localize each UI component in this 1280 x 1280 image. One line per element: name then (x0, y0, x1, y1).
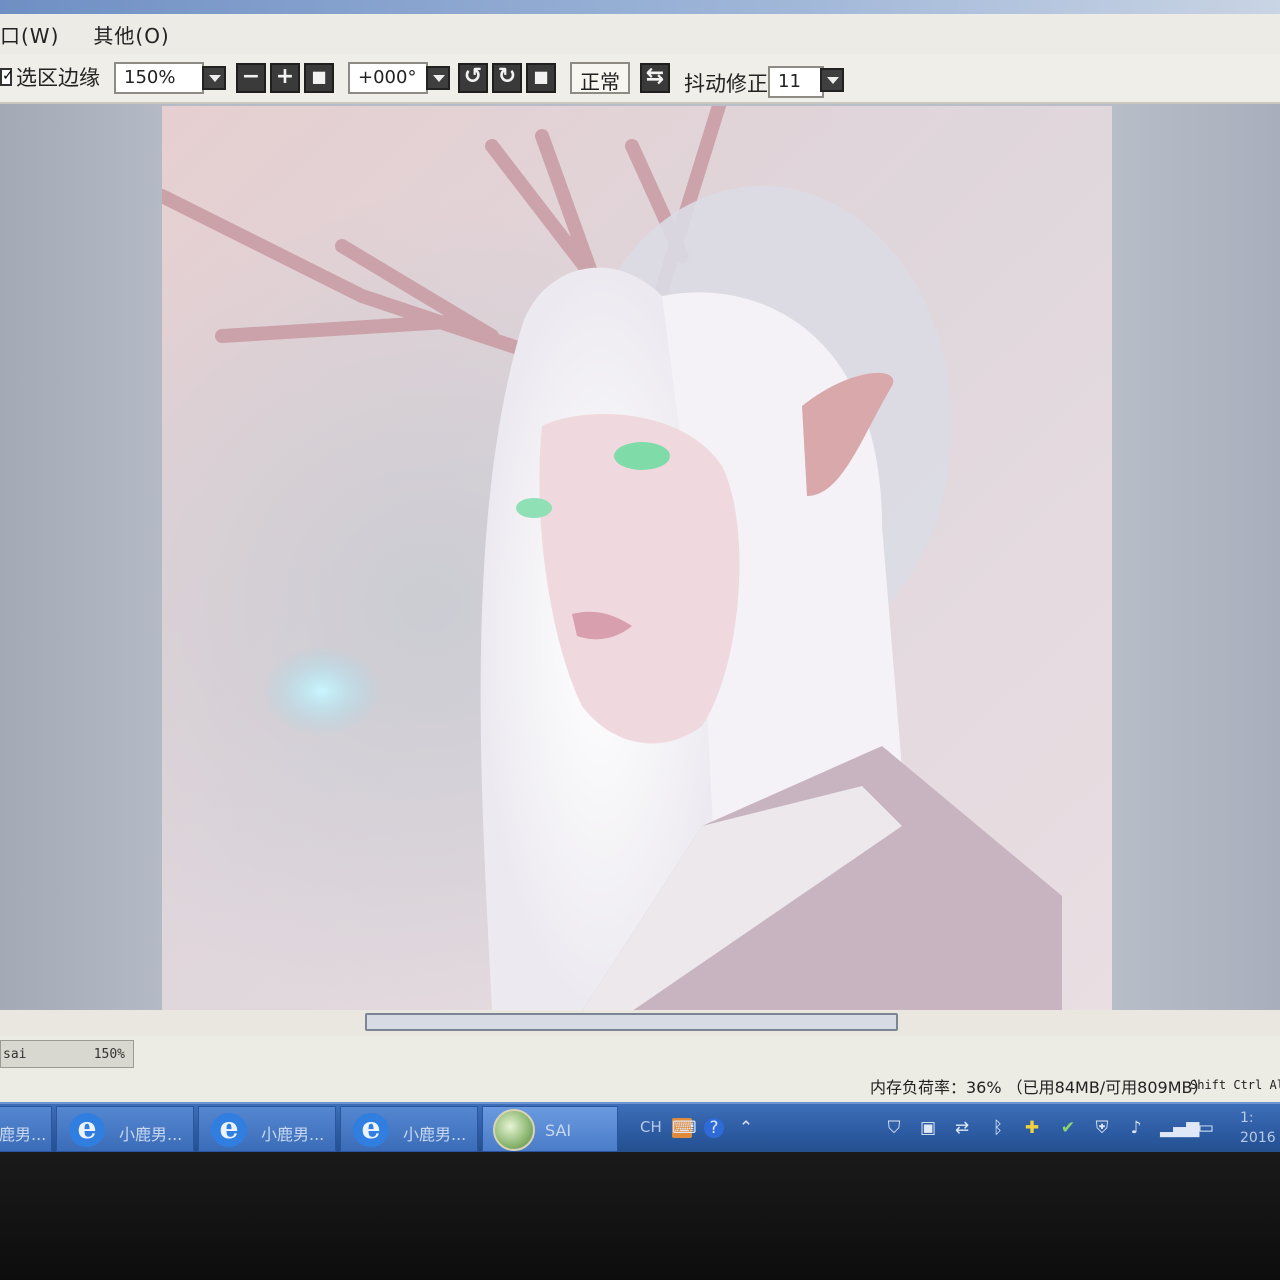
selection-edge-label: 选区边缘 (16, 66, 100, 90)
clock-time: 1: (1240, 1110, 1254, 1126)
tray-arrow-icon[interactable]: ⌃ (736, 1118, 756, 1138)
scrollbar-thumb[interactable] (365, 1013, 898, 1031)
toolbar: ✓ 选区边缘 150% − + ■ +000° ↺ ↻ ■ 正常 ⇆ 抖动修正 … (0, 54, 1280, 104)
monitor-bezel (0, 1152, 1280, 1280)
lower-panel: sai 150% 内存负荷率：36% （已用84MB/可用809MB） Shif… (0, 1036, 1280, 1102)
rotate-ccw-button[interactable]: ↺ (458, 63, 488, 93)
window-title-bar (0, 0, 1280, 14)
security-shield-icon[interactable]: ⛉ (884, 1118, 904, 1138)
artwork-canvas[interactable] (162, 106, 1112, 1011)
horizontal-scrollbar[interactable] (0, 1010, 1280, 1036)
modifier-keys-indicator: Shift Ctrl Alt S (1190, 1078, 1280, 1092)
task-label: 小鹿男... (261, 1125, 325, 1144)
rotation-reset-button[interactable]: ■ (526, 63, 556, 93)
stabilizer-field[interactable]: 11 (768, 66, 824, 98)
ie-icon: e (353, 1113, 389, 1147)
sai-app-icon (493, 1109, 535, 1151)
clock-date: 2016 (1240, 1130, 1276, 1146)
menu-window[interactable]: 口(W) (0, 20, 59, 49)
taskbar-task-ie[interactable]: e 小鹿男... (56, 1106, 194, 1152)
taskbar-task-ie[interactable]: e 小鹿男... (340, 1106, 478, 1152)
blend-mode-button[interactable]: 正常 (570, 62, 630, 94)
input-method-icon[interactable]: ⌨ (672, 1118, 697, 1138)
canvas-area[interactable] (0, 104, 1280, 1011)
system-clock[interactable]: 1: 2016 (1240, 1108, 1276, 1148)
zoom-dropdown-icon[interactable] (202, 66, 226, 90)
zoom-in-button[interactable]: + (270, 63, 300, 93)
task-label: 鹿男... (0, 1125, 47, 1144)
eye-right (614, 442, 670, 470)
help-icon[interactable]: ? (704, 1118, 724, 1138)
task-label: 小鹿男... (119, 1125, 183, 1144)
zoom-field[interactable]: 150% (114, 62, 204, 94)
volume-icon[interactable]: ♪ (1126, 1118, 1146, 1138)
document-name: sai (3, 1047, 27, 1062)
document-tab[interactable]: sai 150% (0, 1040, 134, 1068)
rotation-field[interactable]: +000° (348, 62, 428, 94)
network-icon[interactable]: ⇄ (952, 1118, 972, 1138)
ie-icon: e (69, 1113, 105, 1147)
taskbar-task-ie[interactable]: e 小鹿男... (198, 1106, 336, 1152)
task-label: SAI (545, 1121, 572, 1140)
zoom-reset-button[interactable]: ■ (304, 63, 334, 93)
selection-edge-checkbox[interactable]: ✓ (0, 68, 14, 86)
stabilizer-label: 抖动修正 (684, 72, 768, 96)
menu-bar: 口(W) 其他(O) (0, 14, 1280, 54)
check-icon[interactable]: ✔ (1058, 1118, 1078, 1138)
flip-horizontal-button[interactable]: ⇆ (640, 63, 670, 93)
bluetooth-icon[interactable]: ᛒ (988, 1118, 1008, 1138)
rotate-cw-button[interactable]: ↻ (492, 63, 522, 93)
task-label: 小鹿男... (403, 1125, 467, 1144)
taskbar-task[interactable]: 鹿男... (0, 1106, 52, 1152)
memory-status: 内存负荷率：36% （已用84MB/可用809MB） (870, 1078, 1209, 1097)
language-indicator[interactable]: CH (640, 1118, 662, 1136)
menu-other[interactable]: 其他(O) (93, 20, 169, 49)
taskbar-task-sai[interactable]: SAI (482, 1106, 618, 1152)
ie-icon: e (211, 1113, 247, 1147)
butterfly (262, 646, 382, 736)
antivirus-shield-icon[interactable]: ⛨ (1092, 1118, 1112, 1138)
signal-strength-icon[interactable]: ▂▄▆ (1160, 1118, 1199, 1138)
stabilizer-dropdown-icon[interactable] (820, 68, 844, 92)
rotation-dropdown-icon[interactable] (426, 66, 450, 90)
power-icon[interactable]: ▭ (1196, 1118, 1216, 1138)
cross-plus-icon[interactable]: ✚ (1022, 1118, 1042, 1138)
screen: 口(W) 其他(O) ✓ 选区边缘 150% − + ■ +000° ↺ ↻ ■… (0, 0, 1280, 1280)
document-zoom: 150% (93, 1047, 125, 1062)
taskbar: 鹿男... e 小鹿男... e 小鹿男... e 小鹿男... SAI CH … (0, 1102, 1280, 1152)
zoom-out-button[interactable]: − (236, 63, 266, 93)
eye-left (516, 498, 552, 518)
monitor-icon[interactable]: ▣ (918, 1118, 938, 1138)
